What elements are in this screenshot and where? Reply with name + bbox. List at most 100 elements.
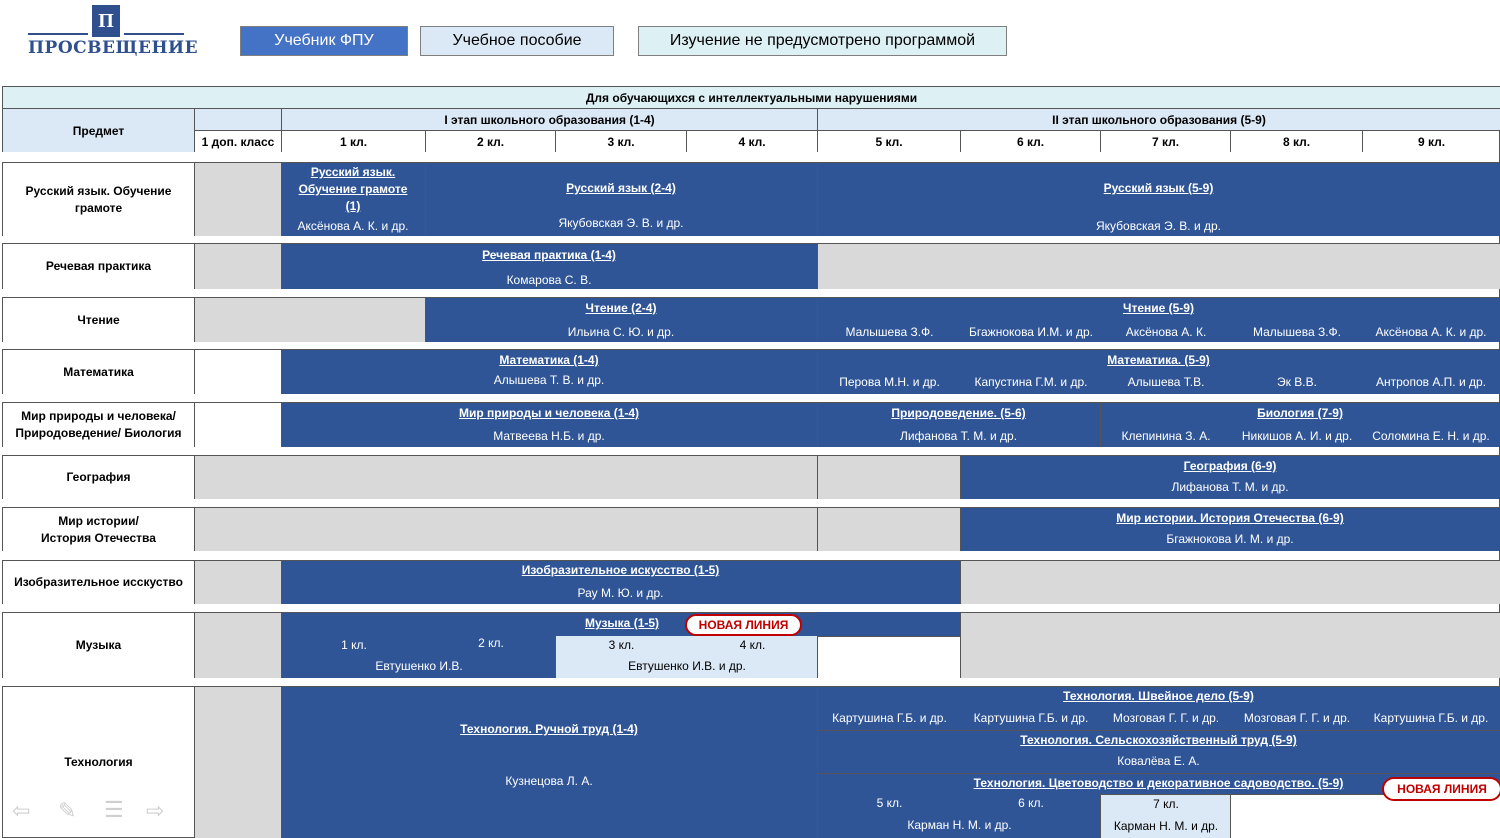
music-grade-1: 1 кл. xyxy=(341,638,367,652)
reading-author-5: Малышева З.Ф. xyxy=(845,325,934,339)
reading-author-8: Малышева З.Ф. xyxy=(1252,325,1342,339)
row-label-reading: Чтение xyxy=(2,297,194,342)
math-author-9: Антропов А.П. и др. xyxy=(1375,375,1487,389)
music-grade-2: 2 кл. xyxy=(478,636,504,650)
cell-art-6-9 xyxy=(960,560,1500,604)
cell-tech-prep xyxy=(194,686,281,838)
geography-title[interactable]: География (6-9) xyxy=(961,459,1499,473)
speech-title[interactable]: Речевая практика (1-4) xyxy=(282,248,816,262)
header-blank xyxy=(194,108,281,130)
pencil-icon[interactable]: ✎ xyxy=(58,798,76,824)
row-label-nature-l2: Природоведение/ Биология xyxy=(15,426,182,440)
curriculum-table: Для обучающихся с интеллектуальными нару… xyxy=(2,86,1500,838)
art-title[interactable]: Изобразительное искусство (1-5) xyxy=(282,563,959,577)
reading-author-7: Аксёнова А. К. xyxy=(1125,325,1207,339)
stage2-header: II этап школьного образования (5-9) xyxy=(817,108,1500,130)
tech-manual-author: Кузнецова Л. А. xyxy=(505,774,593,788)
menu-icon[interactable]: ☰ xyxy=(104,797,124,823)
russian-5-9-title[interactable]: Русский язык (5-9) xyxy=(818,181,1499,195)
speech-author: Комарова С. В. xyxy=(506,273,592,287)
russian-1-author: Аксёнова А. К. и др. xyxy=(297,219,409,233)
russian-1-title-l3[interactable]: (1) xyxy=(282,199,424,213)
reading-5-9-title[interactable]: Чтение (5-9) xyxy=(818,301,1499,315)
tech-flower-grade-6: 6 кл. xyxy=(1018,796,1044,810)
block-art-1-5: Изобразительное искусство (1-5) Рау М. Ю… xyxy=(281,560,960,604)
block-tech-flower-5-6: 5 кл. 6 кл. Карман Н. М. и др. xyxy=(817,794,1100,838)
nature-1-4-author: Матвеева Н.Б. и др. xyxy=(493,429,605,443)
block-tech-sewing: Технология. Швейное дело (5-9) Картушина… xyxy=(817,686,1500,730)
math-1-4-author: Алышева Т. В. и др. xyxy=(493,373,605,387)
history-title[interactable]: Мир истории. История Отечества (6-9) xyxy=(961,511,1499,525)
block-reading-2-4: Чтение (2-4) Ильина С. Ю. и др. xyxy=(425,297,817,342)
math-author-6: Капустина Г.М. и др. xyxy=(974,375,1088,389)
cell-geography-prep-4 xyxy=(194,455,817,499)
tech-flower-new-line-badge: НОВАЯ ЛИНИЯ xyxy=(1382,777,1500,801)
legend-not-in-program: Изучение не предусмотрено программой xyxy=(638,26,1007,56)
table-title: Для обучающихся с интеллектуальными нару… xyxy=(2,86,1500,108)
block-russian-1: Русский язык. Обучение грамоте (1) Аксён… xyxy=(281,162,425,236)
natural-science-title[interactable]: Природоведение. (5-6) xyxy=(818,406,1099,420)
tech-sewing-title[interactable]: Технология. Швейное дело (5-9) xyxy=(818,689,1499,703)
math-1-4-title[interactable]: Математика (1-4) xyxy=(282,353,816,367)
history-author: Бгажнокова И. М. и др. xyxy=(1166,532,1294,546)
music-author-1-2: Евтушенко И.В. xyxy=(375,659,463,673)
tech-flower-author-5-6: Карман Н. М. и др. xyxy=(907,818,1012,832)
music-new-line-badge: НОВАЯ ЛИНИЯ xyxy=(685,614,802,636)
russian-1-title-l1[interactable]: Русский язык. xyxy=(282,165,424,179)
biology-author-9: Соломина Е. Н. и др. xyxy=(1372,429,1490,443)
block-math-5-9: Математика. (5-9) Перова М.Н. и др. Капу… xyxy=(817,349,1500,394)
cell-history-5 xyxy=(817,507,960,551)
math-5-9-title[interactable]: Математика. (5-9) xyxy=(818,353,1499,367)
logo-mark: П xyxy=(92,5,120,37)
logo-text: ПРОСВЕЩЕНИЕ xyxy=(28,38,199,58)
tech-flower-grade-5: 5 кл. xyxy=(876,796,903,810)
cell-music-5 xyxy=(817,636,960,678)
stage1-header: I этап школьного образования (1-4) xyxy=(281,108,817,130)
geography-author: Лифанова Т. М. и др. xyxy=(1171,480,1289,494)
grade-header-3: 3 кл. xyxy=(555,130,686,152)
tech-sewing-author-6: Картушина Г.Б. и др. xyxy=(973,711,1089,725)
tech-flower-grade-7: 7 кл. xyxy=(1153,797,1179,811)
grade-header-1: 1 кл. xyxy=(281,130,425,152)
tech-manual-title[interactable]: Технология. Ручной труд (1-4) xyxy=(282,722,816,736)
nature-1-4-title[interactable]: Мир природы и человека (1-4) xyxy=(282,406,816,420)
reading-author-9: Аксёнова А. К. и др. xyxy=(1375,325,1487,339)
row-label-math: Математика xyxy=(2,349,194,394)
tech-agriculture-author: Ковалёва Е. А. xyxy=(1117,754,1200,768)
arrow-left-icon[interactable]: ⇦ xyxy=(12,798,30,824)
row-label-history-l1: Мир истории/ xyxy=(58,513,139,528)
tech-sewing-author-8: Мозговая Г. Г. и др. xyxy=(1243,711,1351,725)
music-grade-4: 4 кл. xyxy=(739,638,766,652)
legend-textbook-fpu: Учебник ФПУ xyxy=(240,26,408,56)
block-math-1-4: Математика (1-4) Алышева Т. В. и др. xyxy=(281,349,817,394)
block-natural-science-5-6: Природоведение. (5-6) Лифанова Т. М. и д… xyxy=(817,402,1100,447)
biology-title[interactable]: Биология (7-9) xyxy=(1101,406,1499,420)
reading-2-4-title[interactable]: Чтение (2-4) xyxy=(426,301,816,315)
row-label-history-l2: История Отечества xyxy=(41,530,156,545)
row-label-speech: Речевая практика xyxy=(2,243,194,289)
row-label-art: Изобразительное исскуство xyxy=(2,560,194,604)
grade-header-6: 6 кл. xyxy=(960,130,1100,152)
grade-header-7: 7 кл. xyxy=(1100,130,1230,152)
cell-speech-prep xyxy=(194,243,281,289)
arrow-right-icon[interactable]: ⇨ xyxy=(146,798,164,824)
grade-header-5: 5 кл. xyxy=(817,130,960,152)
cell-reading-prep-1 xyxy=(194,297,425,342)
block-tech-manual-1-4: Технология. Ручной труд (1-4) Кузнецова … xyxy=(281,686,817,838)
block-biology-7-9: Биология (7-9) Клепинина З. А. Никишов А… xyxy=(1100,402,1500,447)
math-author-7: Алышева Т.В. xyxy=(1127,375,1205,389)
logo-line-left xyxy=(28,33,88,35)
tech-sewing-author-7: Мозговая Г. Г. и др. xyxy=(1112,711,1220,725)
block-geography-6-9: География (6-9) Лифанова Т. М. и др. xyxy=(960,455,1500,499)
cell-russian-prep xyxy=(194,162,281,236)
tech-agriculture-title[interactable]: Технология. Сельскохозяйственный труд (5… xyxy=(818,733,1499,747)
row-label-music: Музыка xyxy=(2,612,194,678)
russian-1-title-l2[interactable]: Обучение грамоте xyxy=(282,182,424,196)
natural-science-author: Лифанова Т. М. и др. xyxy=(899,429,1018,443)
grade-header-prep: 1 доп. класс xyxy=(194,130,281,152)
reading-2-4-author: Ильина С. Ю. и др. xyxy=(567,325,675,339)
block-russian-2-4: Русский язык (2-4) Якубовская Э. В. и др… xyxy=(425,162,817,236)
russian-2-4-title[interactable]: Русский язык (2-4) xyxy=(426,181,816,195)
block-music-3-4: 3 кл. 4 кл. Евтушенко И.В. и др. xyxy=(555,636,817,678)
russian-2-4-author: Якубовская Э. В. и др. xyxy=(558,216,684,230)
